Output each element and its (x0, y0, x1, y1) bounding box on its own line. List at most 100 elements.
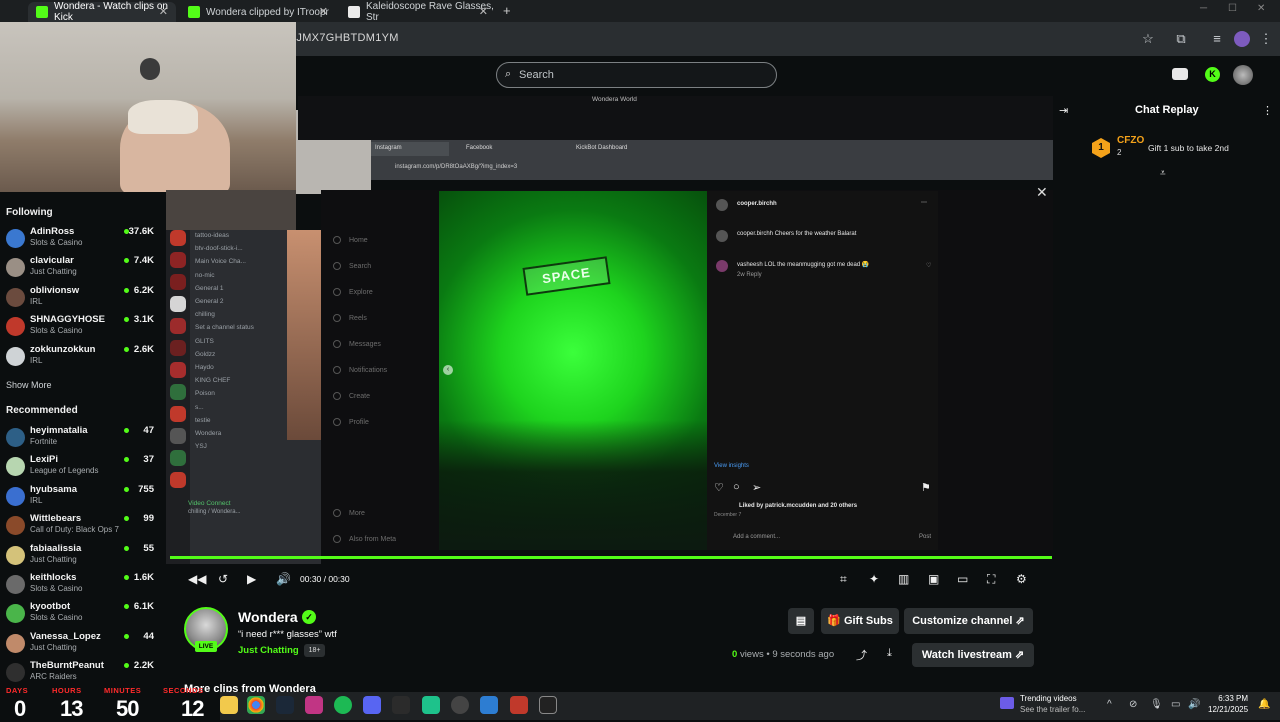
comment-like-icon[interactable]: ♡ (926, 262, 931, 269)
ig-menu-item[interactable]: Home (333, 236, 368, 244)
post-comment-button[interactable]: Post (919, 534, 931, 540)
sidebar-channel[interactable]: zokkunzokkun IRL 2.6K (6, 343, 160, 372)
video-progress-bar[interactable] (170, 556, 1052, 559)
close-post-icon[interactable]: ✕ (1036, 184, 1048, 201)
instagram-icon[interactable] (305, 696, 323, 714)
discord-icon[interactable] (363, 696, 381, 714)
comment-reply[interactable]: 2w Reply (737, 272, 762, 278)
server-icon[interactable] (170, 340, 186, 356)
server-icon[interactable] (170, 296, 186, 312)
server-icon[interactable] (170, 274, 186, 290)
sidebar-channel[interactable]: Vanessa_Lopez Just Chatting 44 (6, 630, 160, 659)
play-icon[interactable]: ▶ (247, 572, 256, 586)
pip-icon[interactable]: ▣ (928, 572, 939, 586)
discord-channel[interactable]: Goldzz (195, 351, 215, 358)
trending-title[interactable]: Trending videos (1020, 694, 1077, 703)
sidebar-channel[interactable]: hyubsama IRL 755 (6, 483, 160, 512)
discord-channel[interactable]: chilling (195, 311, 215, 318)
category-link[interactable]: Just Chatting (238, 645, 299, 656)
discord-channel[interactable]: Set a channel status (195, 324, 254, 331)
share-icon[interactable]: ⤴ (856, 647, 867, 663)
theater-icon[interactable]: ▭ (957, 572, 968, 586)
sidebar-channel[interactable]: keithlocks Slots & Casino 1.6K (6, 571, 160, 600)
discord-channel[interactable]: Main Voice Cha... (195, 258, 246, 265)
tab-close-icon[interactable]: ✕ (479, 5, 488, 18)
ig-menu-item[interactable]: Search (333, 262, 371, 270)
discord-channel[interactable]: s... (195, 404, 204, 411)
discord-channel[interactable]: General 2 (195, 298, 224, 305)
sidebar-channel[interactable]: LexiPi League of Legends 37 (6, 453, 160, 482)
ig-menu-item[interactable]: Explore (333, 288, 373, 296)
fullscreen-icon[interactable]: ⛶ (987, 572, 995, 587)
discord-channel[interactable]: Wondera (195, 430, 221, 437)
discord-channel[interactable]: Haydo (195, 364, 214, 371)
discord-channel[interactable]: tattoo-ideas (195, 232, 229, 239)
server-icon[interactable] (170, 450, 186, 466)
minimize-icon[interactable]: ─ (1200, 3, 1207, 14)
tab-kick-wondera[interactable]: Wondera - Watch clips on Kick ✕ (28, 1, 176, 23)
obs-icon[interactable] (451, 696, 469, 714)
tab-close-icon[interactable]: ✕ (159, 5, 168, 18)
app-icon[interactable] (422, 696, 440, 714)
file-explorer-icon[interactable] (220, 696, 238, 714)
more-options-icon[interactable]: ⋯ (921, 199, 927, 206)
app-icon[interactable] (510, 696, 528, 714)
view-insights-link[interactable]: View insights (714, 463, 749, 469)
ig-menu-item[interactable]: Notifications (333, 366, 387, 374)
like-heart-icon[interactable]: ♡ (714, 481, 724, 494)
sidebar-channel[interactable]: clavicular Just Chatting 7.4K (6, 254, 160, 283)
ig-menu-item[interactable]: Profile (333, 418, 369, 426)
comment-icon[interactable]: ○ (733, 481, 740, 493)
settings-gear-icon[interactable]: ⚙ (1016, 572, 1027, 586)
new-tab-icon[interactable]: + (503, 3, 511, 18)
extensions-icon[interactable]: ⧉ (1173, 31, 1189, 47)
ig-menu-item[interactable]: Also from Meta (333, 535, 396, 543)
server-icon[interactable] (170, 384, 186, 400)
url-text[interactable]: 0JMX7GHBTDM1YM (290, 32, 399, 44)
maximize-icon[interactable]: ☐ (1228, 3, 1237, 14)
clips-icon[interactable] (1172, 68, 1188, 80)
sidebar-channel[interactable]: AdinRoss Slots & Casino 37.6K (6, 225, 160, 254)
discord-channel[interactable]: GLITS (195, 338, 214, 345)
post-author[interactable]: cooper.birchh (737, 201, 777, 207)
discord-channel[interactable]: YSJ (195, 443, 207, 450)
server-icon[interactable] (170, 362, 186, 378)
ig-menu-item[interactable]: Messages (333, 340, 381, 348)
expand-icon[interactable]: ⩡ (1160, 168, 1166, 179)
sidebar-channel[interactable]: oblivionsw IRL 6.2K (6, 284, 160, 313)
watch-livestream-button[interactable]: Watch livestream ⇗ (912, 643, 1034, 667)
report-icon[interactable]: ▤ (788, 608, 814, 634)
search-input[interactable]: ⌕ Search (496, 62, 777, 88)
ig-tab-kickbot[interactable]: KickBot Dashboard (576, 142, 627, 156)
kick-logo-icon[interactable]: K (1205, 67, 1220, 82)
media-control-icon[interactable]: ≡ (1209, 31, 1225, 47)
steam-icon[interactable] (276, 696, 294, 714)
network-icon[interactable]: ⊘ (1129, 699, 1137, 710)
chrome-icon[interactable] (247, 696, 265, 714)
ig-menu-item[interactable]: Create (333, 392, 370, 400)
ig-tab-facebook[interactable]: Facebook (466, 142, 492, 156)
tray-chevron-icon[interactable]: ^ (1107, 699, 1112, 710)
show-more-button[interactable]: Show More (6, 380, 52, 390)
app-icon[interactable] (480, 696, 498, 714)
discord-channel[interactable]: General 1 (195, 285, 224, 292)
tab-kaleidoscope[interactable]: Kaleidoscope Rave Glasses, Str ✕ (340, 1, 496, 23)
ig-menu-item[interactable]: More (333, 509, 365, 517)
customize-channel-button[interactable]: Customize channel ⇗ (904, 608, 1033, 634)
share-icon[interactable]: ➢ (752, 481, 761, 494)
discord-channel[interactable]: KING CHEF (195, 377, 230, 384)
server-icon[interactable] (170, 230, 186, 246)
ig-address[interactable]: instagram.com/p/DR8tOaAXBg/?img_index=3 (395, 164, 517, 170)
bookmark-star-icon[interactable]: ☆ (1140, 31, 1156, 47)
gift-subs-button[interactable]: 🎁 Gift Subs (821, 608, 899, 634)
user-avatar[interactable] (1233, 65, 1253, 85)
server-icon[interactable] (170, 406, 186, 422)
carousel-prev-icon[interactable]: ‹ (443, 365, 453, 375)
crop-icon[interactable]: ⌗ (840, 572, 847, 587)
speaker-icon[interactable]: 🔊 (1188, 699, 1200, 710)
rewind-icon[interactable]: ◀◀ (188, 572, 206, 586)
discord-channel[interactable]: no-mic (195, 272, 215, 279)
sidebar-channel[interactable]: heyimnatalia Fortnite 47 (6, 424, 160, 453)
sidebar-channel[interactable]: fabiaalissia Just Chatting 55 (6, 542, 160, 571)
spotify-icon[interactable] (334, 696, 352, 714)
